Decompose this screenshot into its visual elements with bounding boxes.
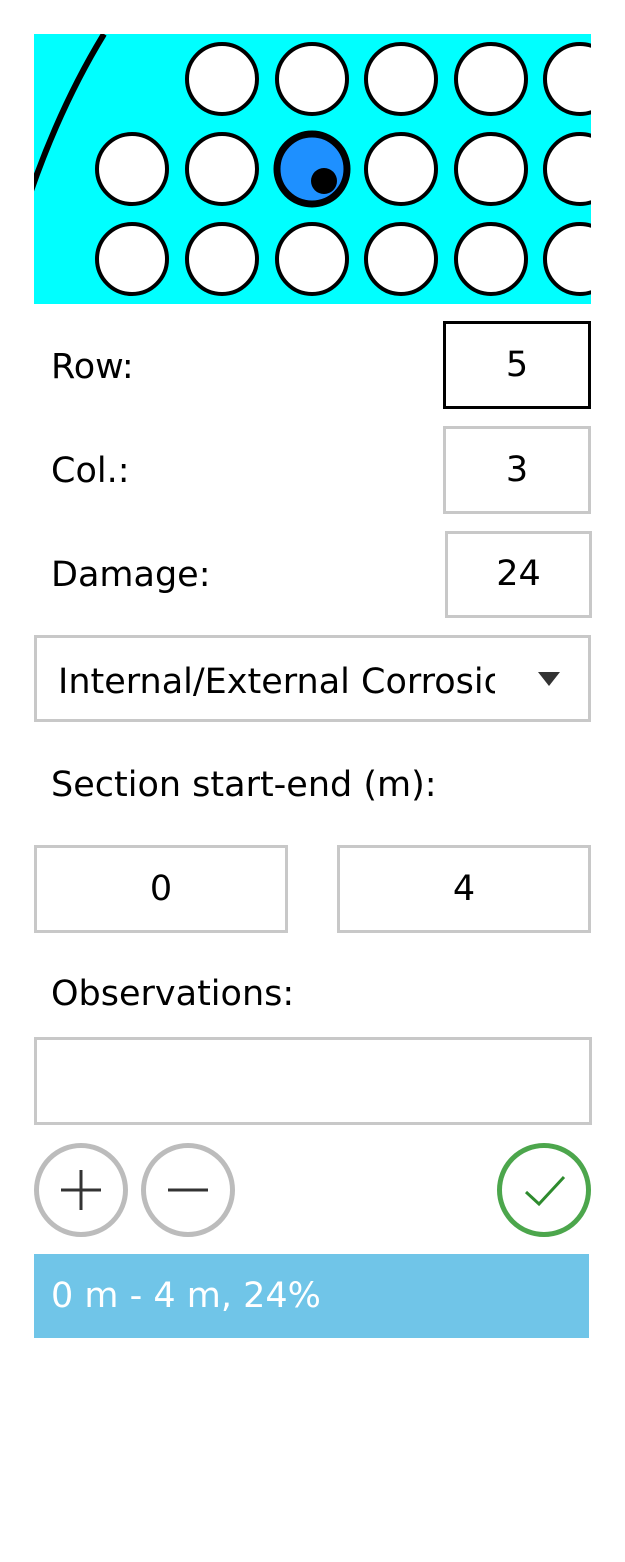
observations-label: Observations: <box>51 974 295 1014</box>
confirm-button[interactable] <box>497 1143 591 1237</box>
section-start-input[interactable]: 0 <box>34 845 288 933</box>
damage-entry-list[interactable]: 0 m - 4 m, 24% <box>34 1254 589 1338</box>
damage-label: Damage: <box>51 555 211 595</box>
plus-icon <box>61 1170 101 1210</box>
tube[interactable] <box>454 222 528 296</box>
checkmark-icon <box>524 1175 566 1207</box>
tube[interactable] <box>95 132 169 206</box>
add-button[interactable] <box>34 1143 128 1237</box>
selected-marker-icon <box>311 168 337 194</box>
tube[interactable] <box>185 42 259 116</box>
col-label: Col.: <box>51 451 130 491</box>
tube-selected[interactable] <box>273 130 351 208</box>
section-end-value: 4 <box>452 868 476 909</box>
tube[interactable] <box>185 132 259 206</box>
observations-input[interactable] <box>34 1037 592 1125</box>
tube[interactable] <box>364 42 438 116</box>
tube[interactable] <box>95 222 169 296</box>
tube[interactable] <box>364 132 438 206</box>
tube[interactable] <box>454 42 528 116</box>
remove-button[interactable] <box>141 1143 235 1237</box>
chevron-down-icon <box>538 672 560 686</box>
tube[interactable] <box>364 222 438 296</box>
damage-input[interactable]: 24 <box>445 531 592 618</box>
minus-icon <box>168 1188 208 1192</box>
list-item[interactable]: 0 m - 4 m, 24% <box>34 1254 589 1338</box>
damage-type-dropdown[interactable]: Internal/External Corrosion <box>34 635 591 722</box>
tube-sheet-map[interactable] <box>34 34 591 304</box>
section-end-input[interactable]: 4 <box>337 845 591 933</box>
row-label: Row: <box>51 347 134 387</box>
damage-type-selected: Internal/External Corrosion <box>58 665 495 700</box>
row-value: 5 <box>505 344 529 385</box>
entry-text: 0 m - 4 m, 24% <box>51 1275 321 1316</box>
tube[interactable] <box>185 222 259 296</box>
damage-value: 24 <box>496 554 541 594</box>
col-value: 3 <box>505 449 529 490</box>
section-label: Section start-end (m): <box>51 765 437 805</box>
tube[interactable] <box>275 222 349 296</box>
tube[interactable] <box>275 42 349 116</box>
row-input[interactable]: 5 <box>443 321 591 409</box>
col-input[interactable]: 3 <box>443 426 591 514</box>
section-start-value: 0 <box>149 868 173 909</box>
tube[interactable] <box>454 132 528 206</box>
